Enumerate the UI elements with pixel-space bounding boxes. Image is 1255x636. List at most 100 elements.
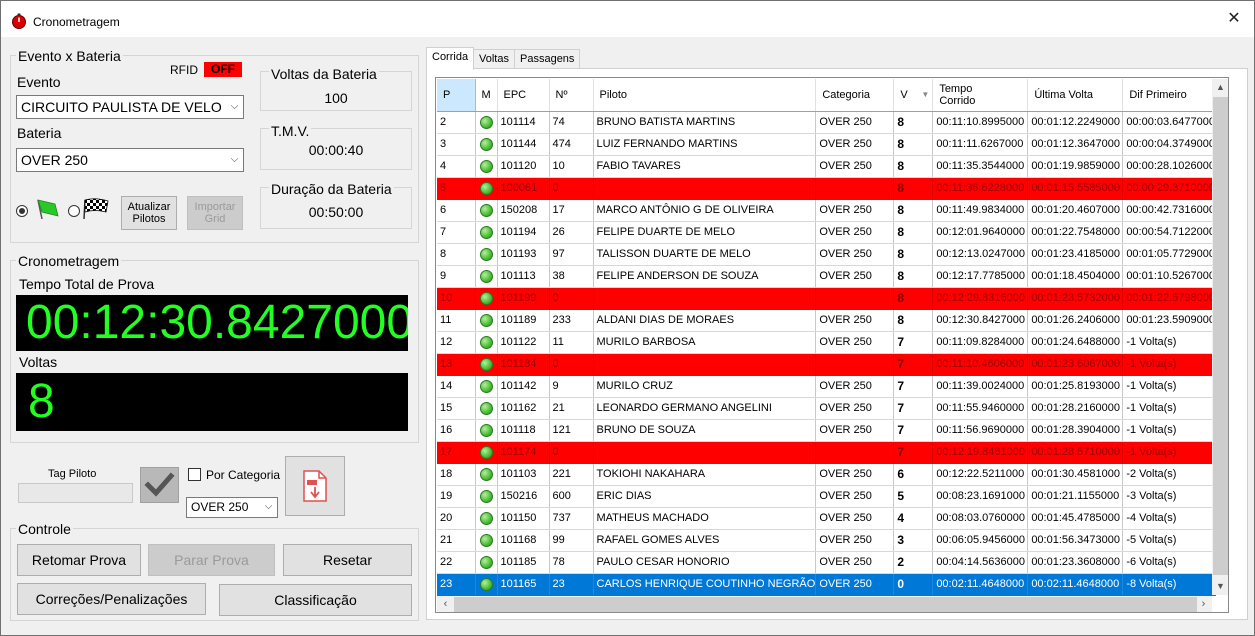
green-flag-icon — [37, 199, 59, 220]
cell-p: 21 — [437, 529, 476, 552]
por-categoria-checkbox[interactable] — [188, 468, 201, 481]
confirm-tag-button[interactable] — [140, 467, 179, 503]
table-row[interactable]: 11 101189 233 ALDANI DIAS DE MORAES OVER 250… — [437, 309, 1217, 332]
retomar-prova-button[interactable]: Retomar Prova — [17, 544, 141, 576]
results-grid: P M EPC Nº Piloto Categoria V ▼ Tempo Cor… — [435, 77, 1229, 613]
cell-p: 12 — [437, 331, 476, 354]
status-dot-icon — [479, 379, 493, 393]
cell-dif: -1 Volta(s) — [1122, 397, 1217, 420]
cell-piloto: TALISSON DUARTE DE MELO — [593, 243, 817, 266]
col-header-p[interactable]: P — [437, 79, 476, 112]
cell-epc: 101199 — [497, 287, 550, 310]
cell-p: 5 — [437, 177, 476, 200]
col-header-categoria[interactable]: Categoria — [815, 79, 895, 112]
cell-num: 737 — [549, 507, 594, 530]
horizontal-scroll-thumb[interactable] — [454, 597, 1197, 612]
window-title: Cronometragem — [33, 15, 120, 29]
evento-select[interactable]: CIRCUITO PAULISTA DE VELO ⌵ — [16, 95, 244, 119]
status-dot-icon — [479, 423, 493, 437]
vertical-scroll-thumb[interactable] — [1213, 97, 1228, 575]
col-header-m[interactable]: M — [475, 79, 498, 112]
green-flag-radio[interactable] — [16, 205, 28, 217]
cell-tempo: 00:08:03.0760000 — [932, 507, 1029, 530]
col-header-ultima[interactable]: Última Volta — [1027, 79, 1124, 112]
tempo-total-display: 00:12:30.8427000 — [16, 295, 408, 351]
table-row[interactable]: 2 101114 74 BRUNO BATISTA MARTINS OVER 250 8 0… — [437, 111, 1217, 134]
cell-num: 10 — [549, 155, 594, 178]
table-row[interactable]: 16 101118 121 BRUNO DE SOUZA OVER 250 7 00:11:… — [437, 419, 1217, 442]
cell-p: 7 — [437, 221, 476, 244]
cell-epc: 100061 — [497, 177, 550, 200]
cell-dif: -8 Volta(s) — [1122, 573, 1217, 596]
cell-piloto: LEONARDO GERMANO ANGELINI — [593, 397, 817, 420]
table-row[interactable]: 20 101150 737 MATHEUS MACHADO OVER 250 4 00:08… — [437, 507, 1217, 530]
table-row[interactable]: 15 101162 21 LEONARDO GERMANO ANGELINI OVER … — [437, 397, 1217, 420]
voltas-label: Voltas — [19, 354, 58, 370]
horizontal-scrollbar[interactable]: ‹ › — [437, 596, 1212, 612]
table-row[interactable]: 23 101165 23 CARLOS HENRIQUE COUTINHO NEGRÃ… — [437, 573, 1217, 596]
cell-num: 23 — [549, 573, 594, 596]
scroll-left-icon[interactable]: ‹ — [437, 596, 454, 612]
cell-tempo: 00:12:01.9640000 — [932, 221, 1029, 244]
tab-corrida[interactable]: Corrida — [426, 47, 475, 70]
resetar-button[interactable]: Resetar — [283, 544, 412, 576]
export-pdf-button[interactable] — [285, 456, 345, 516]
col-header-num[interactable]: Nº — [549, 79, 594, 112]
table-row[interactable]: 4 101120 10 FABIO TAVARES OVER 250 8 00:11:35.… — [437, 155, 1217, 178]
table-row[interactable]: 13 101184 0 7 00:11:10.4606000 00:01:23.60670… — [437, 353, 1217, 376]
cell-dif: -6 Volta(s) — [1122, 551, 1217, 574]
table-row[interactable]: 14 101142 9 MURILO CRUZ OVER 250 7 00:11:39.00… — [437, 375, 1217, 398]
tab-passagens[interactable]: Passagens — [514, 49, 581, 69]
atualizar-pilotos-button[interactable]: Atualizar Pilotos — [121, 196, 177, 230]
table-row[interactable]: 6 150208 17 MARCO ANTÔNIO G DE OLIVEIRA OVER… — [437, 199, 1217, 222]
cell-num: 11 — [549, 331, 594, 354]
table-row[interactable]: 9 101113 38 FELIPE ANDERSON DE SOUZA OVER 25… — [437, 265, 1217, 288]
status-dot-icon — [479, 511, 493, 525]
parar-prova-button[interactable]: Parar Prova — [148, 544, 275, 576]
cell-cat: OVER 250 — [815, 573, 895, 596]
vertical-scrollbar[interactable]: ▲ ▼ — [1212, 79, 1228, 595]
bateria-select[interactable]: OVER 250 ⌵ — [16, 148, 244, 172]
correcoes-penalizacoes-button[interactable]: Correções/Penalizações — [17, 583, 206, 615]
col-header-epc[interactable]: EPC — [497, 79, 550, 112]
table-row[interactable]: 3 101144 474 LUIZ FERNANDO MARTINS OVER 250 8… — [437, 133, 1217, 156]
cell-num: 38 — [549, 265, 594, 288]
table-row[interactable]: 7 101194 26 FELIPE DUARTE DE MELO OVER 250 8 0… — [437, 221, 1217, 244]
scroll-down-icon[interactable]: ▼ — [1212, 578, 1228, 595]
scroll-up-icon[interactable]: ▲ — [1212, 79, 1228, 96]
cell-num: 78 — [549, 551, 594, 574]
table-row[interactable]: 22 101185 78 PAULO CESAR HONORIO OVER 250 2 00… — [437, 551, 1217, 574]
table-row[interactable]: 12 101122 11 MURILO BARBOSA OVER 250 7 00:11:0… — [437, 331, 1217, 354]
scroll-right-icon[interactable]: › — [1195, 596, 1212, 612]
importar-grid-button[interactable]: Importar Grid — [187, 196, 243, 230]
categoria-select[interactable]: OVER 250 ⌵ — [186, 497, 278, 518]
cell-piloto: FELIPE DUARTE DE MELO — [593, 221, 817, 244]
classificacao-button[interactable]: Classificação — [219, 584, 412, 616]
cell-v: 7 — [893, 375, 934, 398]
table-row[interactable]: 10 101199 0 8 00:12:29.8316000 00:01:23.57320… — [437, 287, 1217, 310]
table-row[interactable]: 5 100061 0 8 00:11:36.6228000 00:01:15.558500… — [437, 177, 1217, 200]
col-header-piloto[interactable]: Piloto — [593, 79, 817, 112]
table-row[interactable]: 17 101174 0 7 00:12:19.8481000 00:01:28.57100… — [437, 441, 1217, 464]
cell-p: 4 — [437, 155, 476, 178]
cell-ultima: 00:01:28.3904000 — [1027, 419, 1124, 442]
col-header-v[interactable]: V ▼ — [893, 79, 934, 112]
cell-cat: OVER 250 — [815, 111, 895, 134]
status-cell — [475, 419, 498, 442]
cell-dif: -3 Volta(s) — [1122, 485, 1217, 508]
table-row[interactable]: 19 150216 600 ERIC DIAS OVER 250 5 00:08:23.16… — [437, 485, 1217, 508]
table-row[interactable]: 8 101193 97 TALISSON DUARTE DE MELO OVER 250… — [437, 243, 1217, 266]
close-icon[interactable]: ✕ — [1219, 6, 1249, 32]
checkered-flag-icon — [83, 198, 109, 220]
voltas-bateria-label: Voltas da Bateria — [269, 66, 379, 82]
table-row[interactable]: 21 101168 99 RAFAEL GOMES ALVES OVER 250 3 00:… — [437, 529, 1217, 552]
table-row[interactable]: 18 101103 221 TOKIOHI NAKAHARA OVER 250 6 00:1… — [437, 463, 1217, 486]
status-cell — [475, 397, 498, 420]
checkered-flag-radio[interactable] — [68, 205, 80, 217]
tag-piloto-input[interactable] — [18, 483, 133, 503]
tab-voltas[interactable]: Voltas — [473, 49, 515, 69]
cell-epc: 101165 — [497, 573, 550, 596]
col-header-dif[interactable]: Dif Primeiro — [1122, 79, 1217, 112]
cell-epc: 150216 — [497, 485, 550, 508]
col-header-tempo[interactable]: Tempo Corrido — [932, 79, 1029, 112]
